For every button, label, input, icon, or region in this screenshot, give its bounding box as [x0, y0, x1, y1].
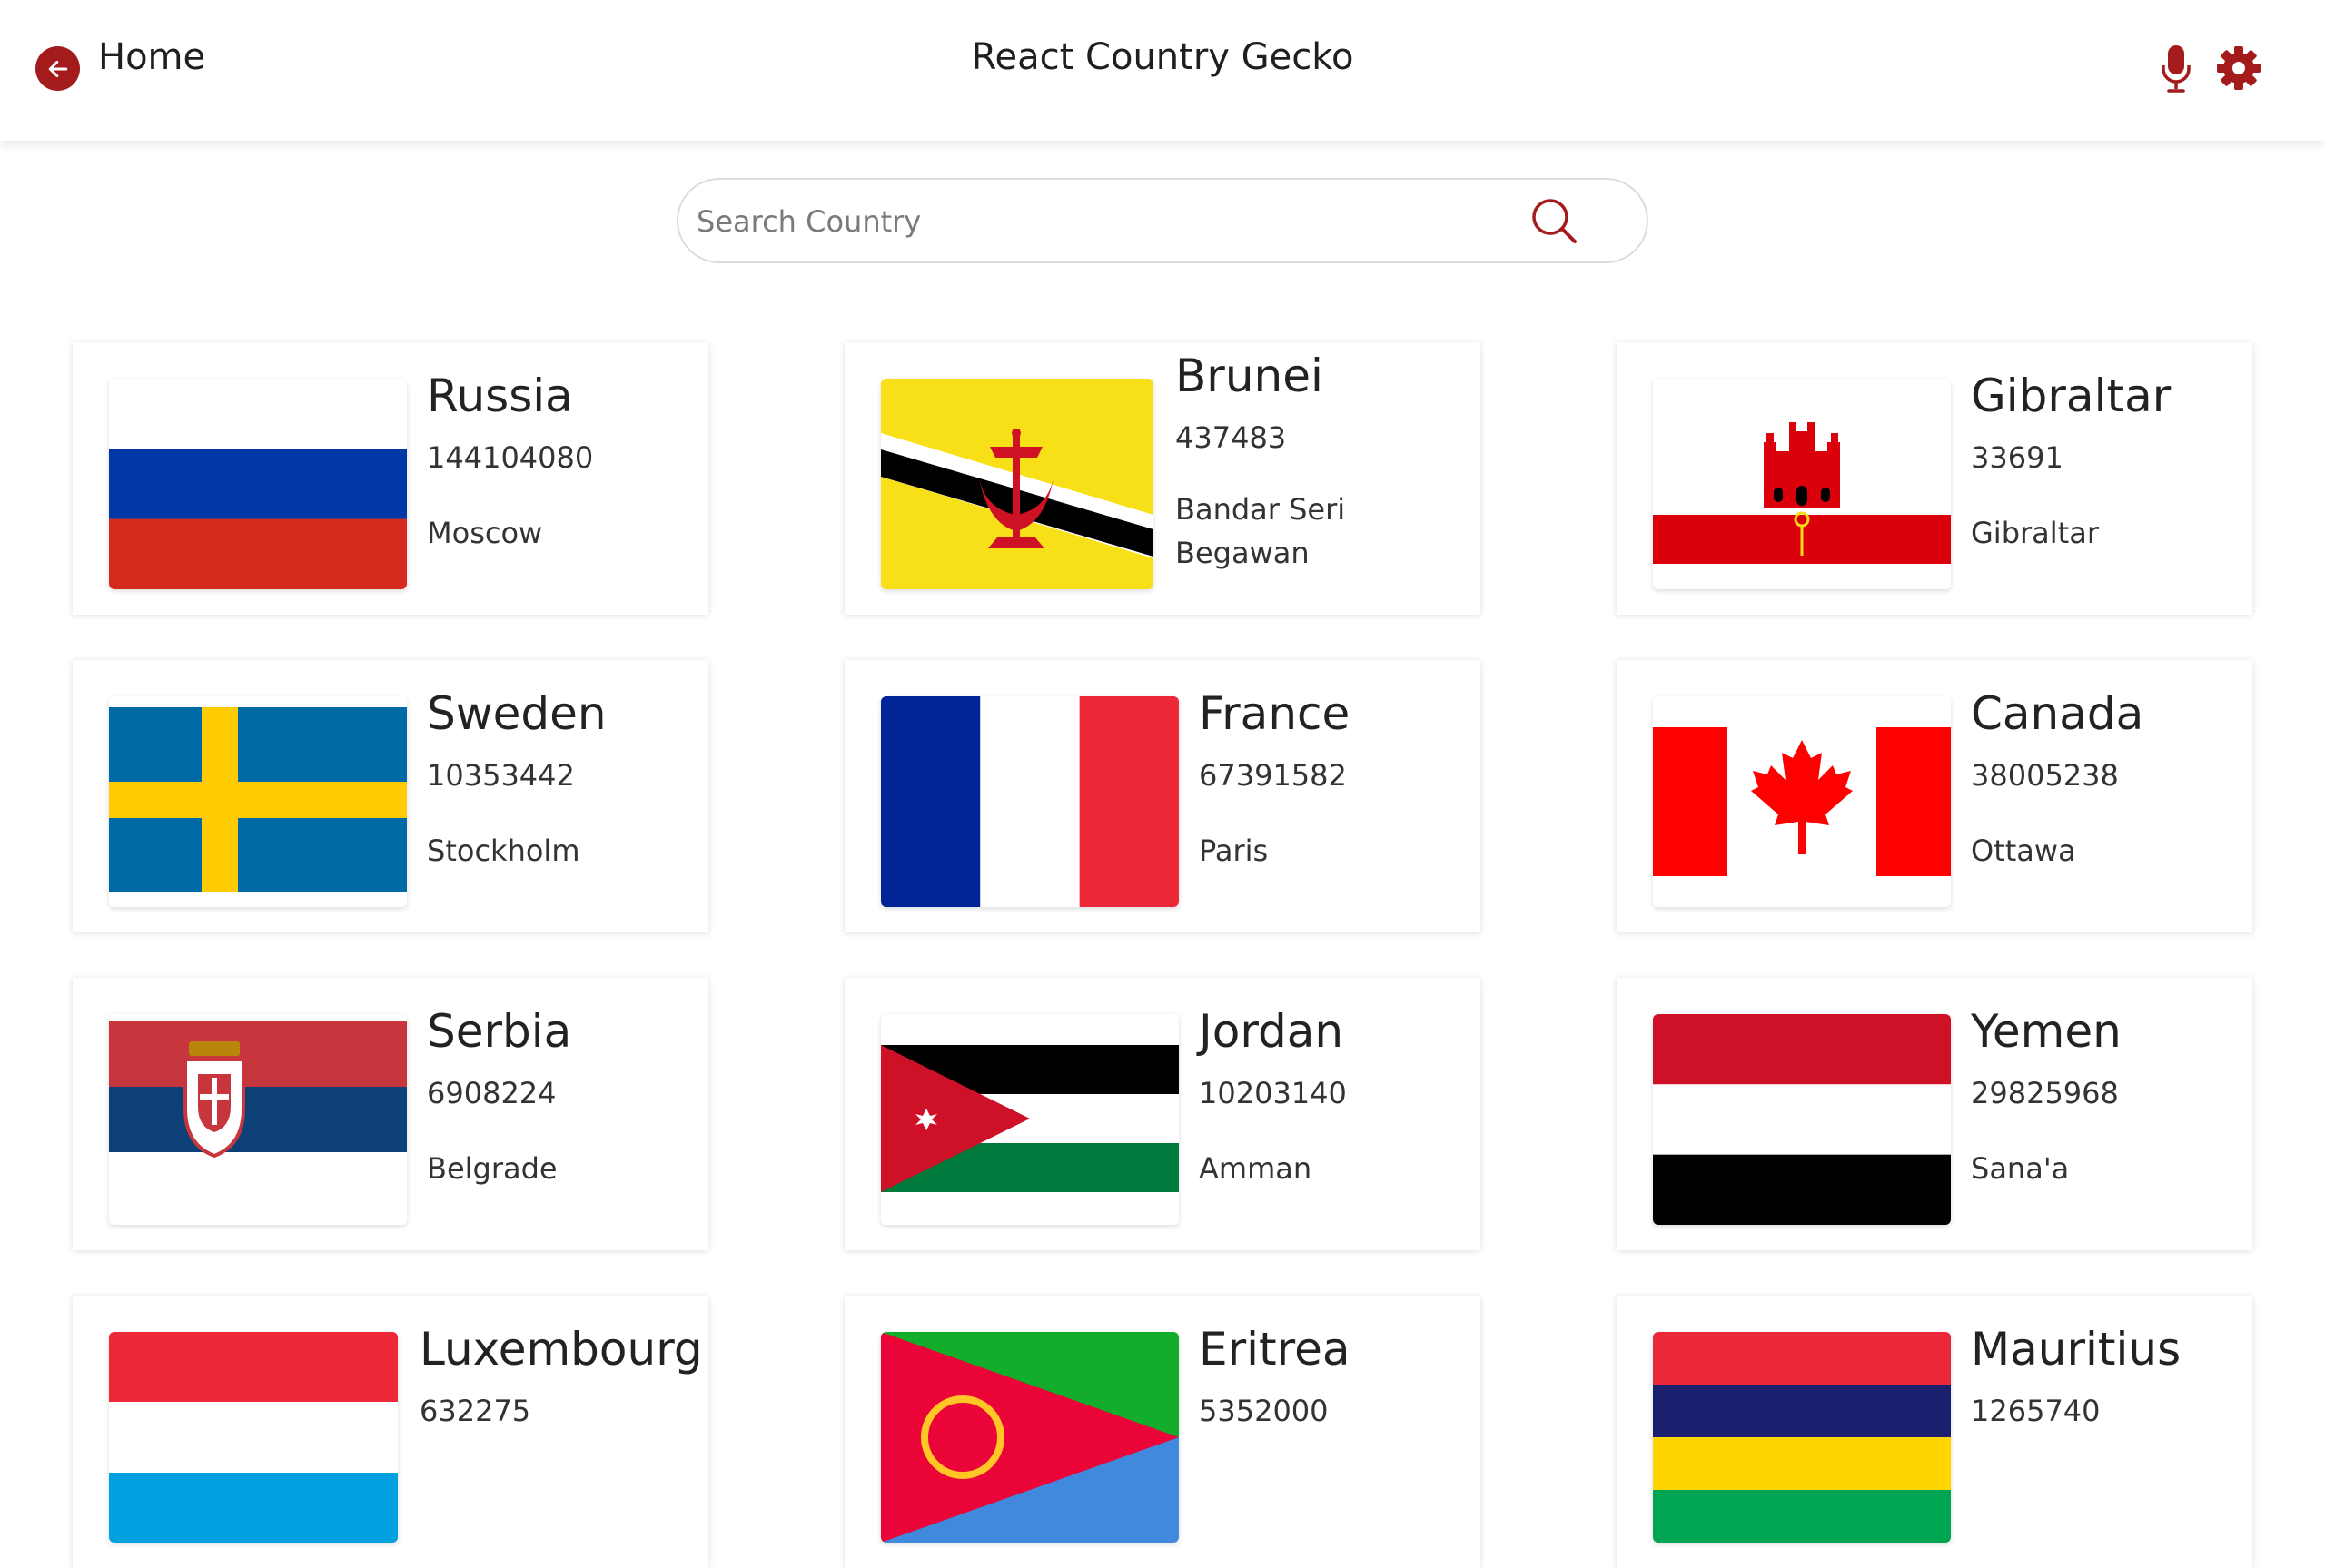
country-capital: Stockholm [427, 833, 580, 868]
country-population: 10203140 [1199, 1076, 1347, 1110]
country-population: 29825968 [1971, 1076, 2119, 1110]
country-name: Sweden [427, 687, 607, 740]
country-name: Brunei [1175, 350, 1323, 402]
app-title: React Country Gecko [971, 36, 1354, 78]
country-capital: Sana'a [1971, 1151, 2070, 1186]
country-population: 1265740 [1971, 1394, 2101, 1428]
country-population: 6908224 [427, 1076, 557, 1110]
microphone-icon[interactable] [2161, 44, 2191, 94]
country-card-mauritius[interactable]: Mauritius 1265740 [1617, 1296, 2252, 1568]
country-population: 5352000 [1199, 1394, 1329, 1428]
mauritius-flag-image [1653, 1332, 1951, 1543]
country-population: 144104080 [427, 440, 594, 475]
country-card-canada[interactable]: Canada 38005238 Ottawa [1617, 660, 2252, 932]
app-header: Home React Country Gecko [0, 0, 2325, 141]
country-name: France [1199, 687, 1350, 740]
gibraltar-flag-image [1653, 379, 1951, 589]
country-card-france[interactable]: France 67391582 Paris [845, 660, 1480, 932]
country-population: 33691 [1971, 440, 2063, 475]
country-name: Luxembourg [420, 1323, 703, 1376]
country-card-serbia[interactable]: Serbia 6908224 Belgrade [73, 978, 708, 1250]
brunei-flag-image [881, 379, 1153, 589]
country-name: Canada [1971, 687, 2144, 740]
russia-flag-image [109, 379, 407, 589]
country-name: Serbia [427, 1005, 572, 1058]
country-population: 632275 [420, 1394, 531, 1428]
country-card-gibraltar[interactable]: Gibraltar 33691 Gibraltar [1617, 342, 2252, 615]
sweden-flag-image [109, 696, 407, 907]
gear-icon[interactable] [2216, 45, 2261, 91]
country-name: Russia [427, 370, 573, 422]
country-capital: Moscow [427, 516, 543, 550]
country-name: Jordan [1199, 1005, 1344, 1058]
country-capital: Ottawa [1971, 833, 2076, 868]
country-population: 67391582 [1199, 758, 1347, 793]
eritrea-flag-image [881, 1332, 1179, 1543]
country-name: Mauritius [1971, 1323, 2182, 1376]
country-name: Yemen [1971, 1005, 2122, 1058]
country-card-russia[interactable]: Russia 144104080 Moscow [73, 342, 708, 615]
country-name: Eritrea [1199, 1323, 1350, 1376]
luxembourg-flag-image [109, 1332, 398, 1543]
search-bar [677, 178, 1648, 263]
country-population: 38005238 [1971, 758, 2119, 793]
country-population: 10353442 [427, 758, 575, 793]
country-capital: Bandar Seri Begawan [1175, 492, 1346, 570]
jordan-flag-image [881, 1014, 1179, 1225]
country-capital: Belgrade [427, 1151, 558, 1186]
search-input[interactable] [697, 196, 1496, 247]
country-card-eritrea[interactable]: Eritrea 5352000 [845, 1296, 1480, 1568]
country-card-sweden[interactable]: Sweden 10353442 Stockholm [73, 660, 708, 932]
country-card-jordan[interactable]: Jordan 10203140 Amman [845, 978, 1480, 1250]
country-name: Gibraltar [1971, 370, 2172, 422]
country-card-luxembourg[interactable]: Luxembourg 632275 [73, 1296, 708, 1568]
serbia-flag-image [109, 1014, 407, 1225]
country-capital: Paris [1199, 833, 1269, 868]
country-capital: Amman [1199, 1151, 1312, 1186]
france-flag-image [881, 696, 1179, 907]
search-icon[interactable] [1528, 194, 1582, 249]
canada-flag-image [1653, 696, 1951, 907]
country-population: 437483 [1175, 420, 1287, 455]
country-card-yemen[interactable]: Yemen 29825968 Sana'a [1617, 978, 2252, 1250]
country-capital: Gibraltar [1971, 516, 2099, 550]
yemen-flag-image [1653, 1014, 1951, 1225]
country-card-brunei[interactable]: Brunei 437483 Bandar Seri Begawan [845, 342, 1480, 615]
